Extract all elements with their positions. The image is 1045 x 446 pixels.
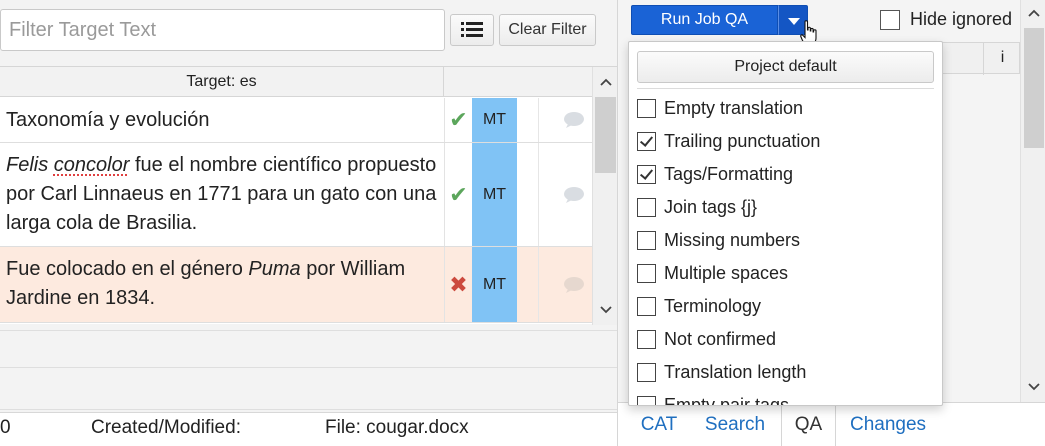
qa-check-label: Empty translation — [664, 98, 804, 118]
qa-check-checkbox[interactable] — [637, 264, 656, 283]
tab-cat[interactable]: CAT — [626, 403, 692, 446]
scroll-up-icon[interactable] — [593, 71, 618, 93]
qa-check-checkbox[interactable] — [637, 330, 656, 349]
scroll-thumb[interactable] — [595, 97, 616, 173]
comment-icon[interactable] — [560, 247, 588, 322]
qa-check-item[interactable]: Empty translation — [637, 92, 803, 125]
checkmark-icon — [639, 133, 654, 147]
italic-text: Felis — [6, 154, 49, 176]
qa-check-checkbox[interactable] — [637, 132, 656, 151]
confirmed-check-icon: ✔ — [444, 98, 472, 142]
qa-check-label: Translation length — [664, 362, 807, 382]
qa-check-checkbox[interactable] — [637, 198, 656, 217]
filter-target-input[interactable] — [0, 9, 445, 51]
qa-check-item[interactable]: Translation length — [637, 356, 806, 389]
clear-filter-button[interactable]: Clear Filter — [499, 14, 596, 46]
qa-check-label: Missing numbers — [664, 230, 801, 250]
segment-text: Taxonomía y evolución — [6, 109, 210, 131]
qa-check-checkbox[interactable] — [637, 99, 656, 118]
qa-check-checkbox[interactable] — [637, 297, 656, 316]
hide-ignored-label: Hide ignored — [910, 9, 1013, 29]
qa-check-item[interactable]: Join tags {j} — [637, 191, 757, 224]
editor-pane: Clear Filter Target: es Taxonomía y evol… — [0, 0, 617, 412]
hide-ignored-toggle[interactable]: Hide ignored — [880, 9, 1012, 30]
qa-check-checkbox[interactable] — [637, 396, 656, 405]
segment-count: 0 — [0, 417, 11, 438]
qa-scrollbar[interactable] — [1020, 0, 1045, 402]
status-bar: 0 Created/Modified: File: cougar.docx — [0, 412, 617, 446]
qa-check-item[interactable]: Not confirmed — [637, 323, 776, 356]
list-view-button[interactable] — [450, 14, 494, 46]
tab-changes[interactable]: Changes — [842, 403, 934, 446]
qa-check-item[interactable]: Multiple spaces — [637, 257, 788, 290]
qa-check-label: Trailing punctuation — [664, 131, 821, 151]
qa-check-checkbox[interactable] — [637, 165, 656, 184]
qa-check-label: Multiple spaces — [664, 263, 789, 283]
scroll-up-icon[interactable] — [1021, 2, 1045, 24]
scroll-thumb[interactable] — [1024, 28, 1044, 148]
qa-check-item[interactable]: Trailing punctuation — [637, 125, 820, 158]
checkmark-icon — [639, 166, 654, 180]
cell-divider — [538, 98, 539, 142]
scroll-down-icon[interactable] — [593, 299, 618, 321]
misspelled-word[interactable]: concolor — [54, 154, 130, 176]
column-divider — [443, 67, 444, 97]
list-icon — [461, 21, 483, 40]
segment-text: Fue colocado en el género — [6, 258, 249, 280]
mt-badge: MT — [472, 247, 517, 322]
qa-check-label: Join tags {j} — [664, 197, 758, 217]
segment-grid: Target: es Taxonomía y evolución ✔ MT Fe… — [0, 66, 617, 325]
grid-scrollbar[interactable] — [592, 67, 617, 325]
qa-checks-menu: Project default Empty translation Trailin… — [628, 41, 943, 406]
caret-down-icon — [788, 18, 800, 25]
segment-row[interactable]: Taxonomía y evolución ✔ MT — [0, 98, 592, 143]
menu-divider — [637, 88, 934, 89]
qa-check-item[interactable]: Tags/Formatting — [637, 158, 793, 191]
comment-icon[interactable] — [560, 143, 588, 246]
qa-check-item[interactable]: Empty pair tags — [637, 389, 790, 406]
qa-check-checkbox[interactable] — [637, 363, 656, 382]
mt-badge: MT — [472, 98, 517, 142]
bottom-tabs: CAT Search QA Changes — [618, 402, 1045, 446]
error-x-icon: ✖ — [444, 247, 472, 322]
file-name: File: cougar.docx — [325, 417, 469, 438]
qa-check-label: Tags/Formatting — [664, 164, 794, 184]
segment-target-text[interactable]: Felis concolor fue el nombre científico … — [6, 151, 438, 238]
qa-check-label: Empty pair tags — [664, 395, 790, 406]
hide-ignored-checkbox[interactable] — [880, 9, 900, 30]
segment-target-text[interactable]: Fue colocado en el género Puma por Willi… — [6, 255, 438, 313]
tab-search[interactable]: Search — [698, 403, 772, 446]
comment-icon[interactable] — [560, 98, 588, 142]
cell-divider — [538, 247, 539, 322]
qa-check-label: Terminology — [664, 296, 762, 316]
created-modified-label: Created/Modified: — [91, 417, 241, 438]
empty-panel-row — [0, 368, 617, 410]
cell-divider — [538, 143, 539, 246]
target-column-header[interactable]: Target: es — [0, 73, 443, 91]
info-column-header[interactable]: i — [983, 43, 1021, 75]
qa-check-item[interactable]: Terminology — [637, 290, 761, 323]
segment-target-text[interactable]: Taxonomía y evolución — [6, 106, 438, 135]
qa-table-header: i — [938, 42, 1021, 75]
tab-qa[interactable]: QA — [781, 403, 836, 446]
mt-badge: MT — [472, 143, 517, 246]
empty-panel-row — [0, 330, 617, 368]
italic-text: Puma — [248, 258, 301, 280]
project-default-button[interactable]: Project default — [637, 51, 934, 83]
segment-row-error[interactable]: Fue colocado en el género Puma por Willi… — [0, 247, 592, 323]
qa-check-label: Not confirmed — [664, 329, 777, 349]
confirmed-check-icon: ✔ — [444, 143, 472, 246]
grid-header: Target: es — [0, 67, 592, 97]
scroll-down-icon[interactable] — [1021, 376, 1045, 398]
qa-check-item[interactable]: Missing numbers — [637, 224, 800, 257]
qa-check-checkbox[interactable] — [637, 231, 656, 250]
run-job-qa-button[interactable]: Run Job QA — [631, 5, 778, 35]
segment-row[interactable]: Felis concolor fue el nombre científico … — [0, 143, 592, 247]
